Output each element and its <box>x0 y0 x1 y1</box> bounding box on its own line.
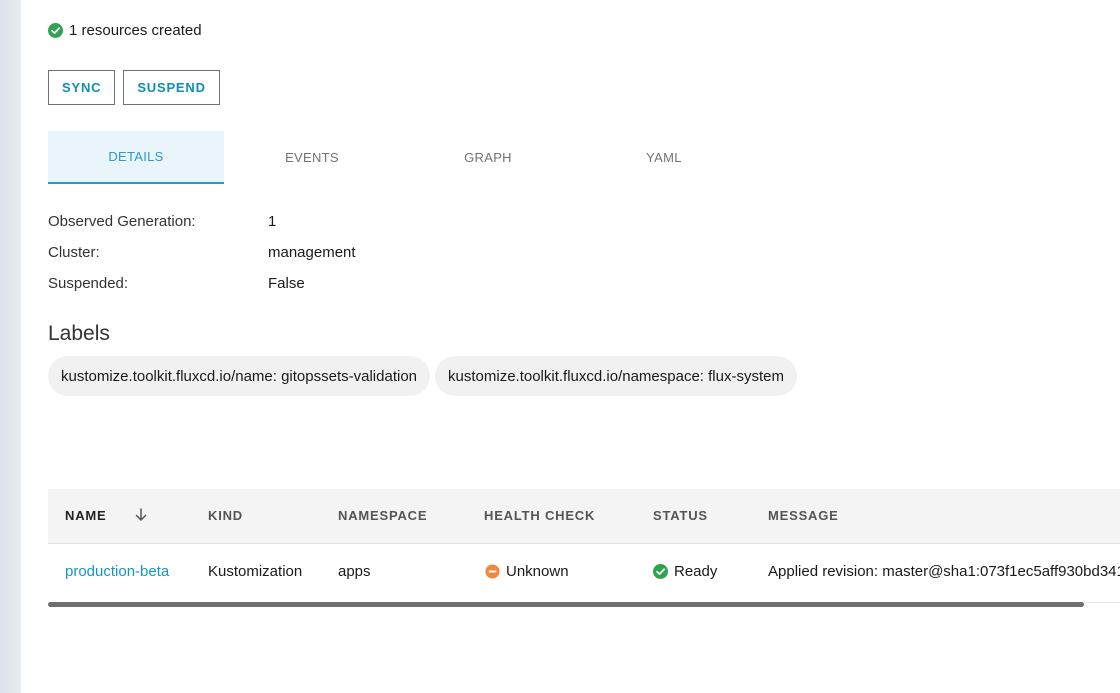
column-header-status[interactable]: STATUS <box>653 508 708 523</box>
check-circle-icon <box>653 564 668 579</box>
detail-key: Observed Generation: <box>48 213 196 230</box>
column-header-kind[interactable]: KIND <box>208 508 243 523</box>
label-chip: kustomize.toolkit.fluxcd.io/name: gitops… <box>48 356 431 396</box>
status-text: 1 resources created <box>69 22 202 39</box>
detail-value: 1 <box>268 213 277 230</box>
horizontal-scrollbar[interactable] <box>48 602 1084 607</box>
resource-namespace: apps <box>338 563 371 580</box>
tab-events[interactable]: EVENTS <box>224 131 400 184</box>
column-header-health-check[interactable]: HEALTH CHECK <box>484 508 595 523</box>
column-header-name[interactable]: NAME <box>65 508 106 523</box>
tab-graph[interactable]: GRAPH <box>400 131 576 184</box>
main-content: 1 resources created SYNC SUSPEND DETAILS… <box>48 0 1120 693</box>
detail-key: Cluster: <box>48 244 100 261</box>
detail-value: False <box>268 275 305 292</box>
arrow-down-icon[interactable] <box>134 507 148 523</box>
suspend-button[interactable]: SUSPEND <box>123 70 220 105</box>
detail-row-observed-generation: Observed Generation: 1 <box>48 206 356 237</box>
left-nav-rail <box>0 0 21 693</box>
check-circle-icon <box>48 23 63 38</box>
column-header-namespace[interactable]: NAMESPACE <box>338 508 427 523</box>
table-row: production-beta Kustomization apps Unkno… <box>48 544 1120 603</box>
detail-row-suspended: Suspended: False <box>48 268 356 299</box>
status-text: Ready <box>674 563 718 580</box>
tab-bar: DETAILS EVENTS GRAPH YAML <box>48 131 752 184</box>
table-header: NAME KIND NAMESPACE HEALTH CHECK STATUS … <box>48 489 1120 544</box>
action-buttons: SYNC SUSPEND <box>48 70 220 105</box>
resources-table: NAME KIND NAMESPACE HEALTH CHECK STATUS … <box>48 489 1120 605</box>
sync-button[interactable]: SYNC <box>48 70 116 105</box>
resource-message: Applied revision: master@sha1:073f1ec5af… <box>768 563 1120 580</box>
resource-kind: Kustomization <box>208 563 303 580</box>
health-check-text: Unknown <box>506 563 569 580</box>
details-list: Observed Generation: 1 Cluster: manageme… <box>48 206 356 299</box>
detail-row-cluster: Cluster: management <box>48 237 356 268</box>
labels-heading: Labels <box>48 322 110 345</box>
detail-value: management <box>268 244 356 261</box>
tab-details[interactable]: DETAILS <box>48 131 224 184</box>
labels-list: kustomize.toolkit.fluxcd.io/name: gitops… <box>48 356 797 396</box>
tab-yaml[interactable]: YAML <box>576 131 752 184</box>
column-header-message[interactable]: MESSAGE <box>768 508 839 523</box>
health-check-cell: Unknown <box>485 563 569 580</box>
detail-key: Suspended: <box>48 275 129 292</box>
label-chip: kustomize.toolkit.fluxcd.io/namespace: f… <box>435 356 797 396</box>
minus-circle-icon <box>485 564 500 579</box>
status-cell: Ready <box>653 563 717 580</box>
status-message: 1 resources created <box>48 22 202 39</box>
resource-name-link[interactable]: production-beta <box>65 563 169 580</box>
